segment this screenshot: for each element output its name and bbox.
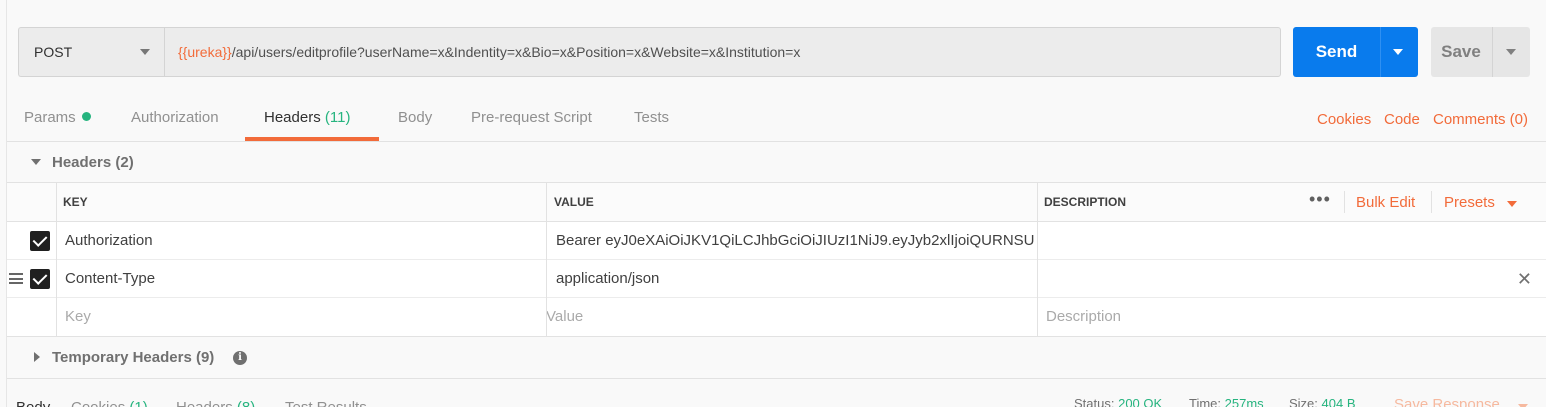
response-tab-cookies[interactable]: Cookies (1) (71, 399, 148, 407)
headers-title-count: (2) (115, 154, 134, 171)
collapse-headers-icon[interactable] (31, 159, 41, 165)
code-link[interactable]: Code (1384, 111, 1420, 128)
temporary-headers-title[interactable]: Temporary Headers (9) (52, 349, 214, 366)
table-header-row: KEY VALUE DESCRIPTION ••• Bulk Edit Pres… (7, 183, 1546, 222)
send-label: Send (1315, 42, 1358, 61)
more-options-icon[interactable]: ••• (1309, 189, 1331, 210)
size-readout: Size: 404 B (1289, 396, 1356, 407)
cookies-link[interactable]: Cookies (1317, 111, 1371, 128)
tab-pre-request-label: Pre-request Script (471, 109, 592, 126)
send-divider (1380, 27, 1381, 77)
request-tabs: Params Authorization Headers (11) Body P… (7, 97, 1546, 142)
column-value: VALUE (554, 195, 594, 209)
header-key-cell[interactable]: Authorization (65, 232, 535, 249)
tab-headers-count: (11) (324, 109, 351, 126)
send-options-chevron-icon[interactable] (1393, 49, 1403, 55)
actions-divider (1344, 191, 1345, 213)
method-select[interactable]: POST (18, 27, 164, 77)
chevron-down-icon (140, 49, 150, 55)
request-bar: POST {{ureka}}/api/users/editprofile?use… (18, 27, 1530, 77)
bulk-edit-link[interactable]: Bulk Edit (1356, 194, 1415, 211)
url-path: /api/users/editprofile?userName=x&Indent… (231, 44, 801, 60)
status-readout: Status: 200 OK (1074, 396, 1162, 407)
method-label: POST (34, 44, 73, 60)
response-tab-test-results-label: Test Results (285, 399, 367, 407)
drag-handle-icon[interactable] (9, 273, 23, 284)
column-divider (56, 183, 57, 337)
time-readout: Time: 257ms (1189, 396, 1264, 407)
tab-tests[interactable]: Tests (634, 109, 669, 126)
response-tab-headers[interactable]: Headers (8) (176, 399, 255, 407)
new-description-input[interactable]: Description (1046, 308, 1526, 325)
response-tab-test-results[interactable]: Test Results (285, 399, 367, 407)
time-value: 257ms (1224, 396, 1264, 407)
tab-authorization-label: Authorization (131, 109, 219, 126)
header-key-cell[interactable]: Content-Type (65, 270, 535, 287)
headers-table: KEY VALUE DESCRIPTION ••• Bulk Edit Pres… (7, 182, 1546, 337)
info-icon[interactable]: i (233, 351, 247, 365)
presets-chevron-icon[interactable] (1507, 201, 1517, 207)
tab-params[interactable]: Params (24, 109, 91, 126)
tab-headers[interactable]: Headers (11) (264, 109, 350, 126)
column-divider (546, 183, 547, 337)
column-description: DESCRIPTION (1044, 195, 1127, 209)
headers-section-title[interactable]: Headers (2) (52, 154, 134, 171)
response-tab-headers-label: Headers (176, 399, 233, 407)
row-checkbox[interactable] (30, 269, 50, 289)
tab-body-label: Body (398, 109, 433, 126)
url-variable: {{ureka}} (178, 44, 232, 60)
header-value-cell[interactable]: Bearer eyJ0eXAiOiJKV1QiLCJhbGciOiJIUzI1N… (556, 232, 1036, 249)
column-divider (1037, 183, 1038, 337)
table-row: Authorization Bearer eyJ0eXAiOiJKV1QiLCJ… (7, 222, 1546, 260)
delete-row-close-icon[interactable]: ✕ (1517, 269, 1532, 290)
header-value-cell[interactable]: application/json (556, 270, 1036, 287)
response-bar: Body Cookies (1) Headers (8) Test Result… (7, 378, 1546, 407)
save-button[interactable]: Save (1431, 27, 1530, 77)
actions-divider (1431, 191, 1432, 213)
new-key-input[interactable]: Key (65, 308, 535, 325)
new-value-input[interactable]: Value (546, 308, 1026, 325)
save-label: Save (1441, 42, 1481, 61)
tab-headers-label: Headers (264, 109, 321, 126)
status-value: 200 OK (1118, 396, 1163, 407)
response-tab-body[interactable]: Body (16, 399, 50, 407)
temporary-headers-label: Temporary Headers (52, 349, 192, 366)
temporary-headers-count: (9) (195, 349, 215, 366)
params-indicator-dot (81, 112, 91, 121)
active-tab-indicator (245, 137, 379, 141)
expand-temporary-headers-icon[interactable] (34, 352, 40, 362)
response-tab-body-label: Body (16, 399, 50, 407)
response-tab-cookies-count: (1) (129, 399, 147, 407)
size-label: Size: (1289, 396, 1318, 407)
presets-link[interactable]: Presets (1444, 194, 1495, 211)
response-tab-cookies-label: Cookies (71, 399, 125, 407)
save-options-chevron-icon[interactable] (1506, 49, 1516, 55)
tab-tests-label: Tests (634, 109, 670, 126)
tab-body[interactable]: Body (398, 109, 432, 126)
comments-link[interactable]: Comments (0) (1433, 111, 1528, 128)
table-row-new: Key Value Description (7, 298, 1546, 336)
tab-params-label: Params (24, 109, 76, 126)
table-row: Content-Type application/json ✕ (7, 260, 1546, 298)
tab-authorization[interactable]: Authorization (131, 109, 219, 126)
status-label: Status: (1074, 396, 1115, 407)
size-value: 404 B (1321, 396, 1356, 407)
column-key: KEY (63, 195, 88, 209)
headers-title-label: Headers (52, 154, 112, 171)
save-response-button[interactable]: Save Response (1394, 396, 1500, 407)
time-label: Time: (1189, 396, 1222, 407)
row-checkbox[interactable] (30, 231, 50, 251)
response-tab-headers-count: (8) (237, 399, 255, 407)
send-button[interactable]: Send (1293, 27, 1418, 77)
tab-pre-request-script[interactable]: Pre-request Script (471, 109, 592, 126)
save-divider (1492, 27, 1493, 77)
url-input[interactable]: {{ureka}}/api/users/editprofile?userName… (164, 27, 1281, 77)
